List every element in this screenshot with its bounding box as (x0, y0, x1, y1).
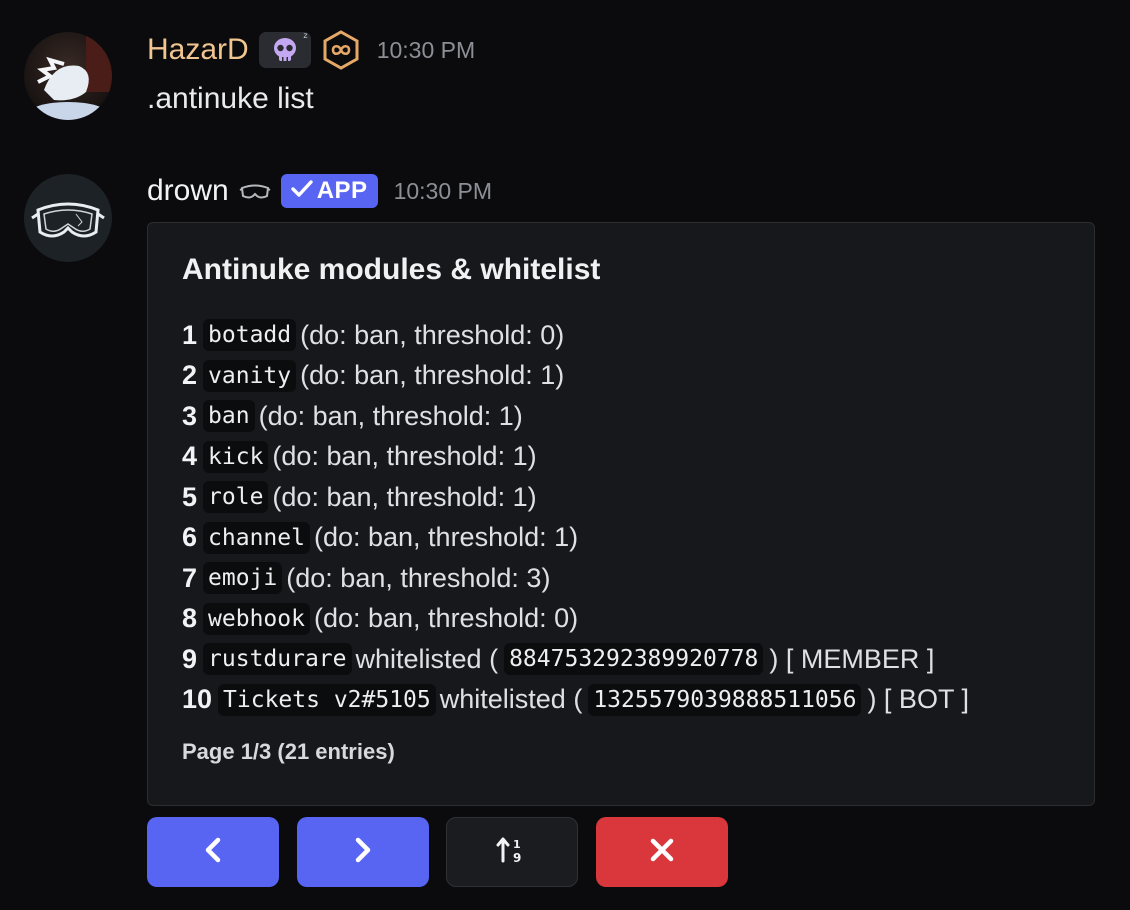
item-text: whitelisted ( (355, 643, 499, 674)
item-text: (do: ban, threshold: 1) (258, 400, 523, 431)
item-number: 7 (182, 562, 198, 593)
app-badge: APP (280, 174, 378, 208)
list-item: 10 Tickets v2#5105 whitelisted ( 1325579… (182, 680, 969, 721)
sort-numeric-icon: 1 9 (495, 835, 529, 870)
module-code: emoji (203, 562, 283, 595)
timestamp[interactable]: 10:30 PM (394, 178, 492, 205)
checkmark-icon (291, 177, 313, 205)
item-number: 1 (182, 319, 198, 350)
module-code: role (203, 481, 269, 514)
item-text: (do: ban, threshold: 3) (286, 562, 551, 593)
skull-icon[interactable]: ᶻ (258, 30, 311, 68)
item-number: 8 (182, 603, 198, 634)
goggles-icon[interactable] (239, 180, 271, 202)
item-text: (do: ban, threshold: 1) (313, 522, 579, 553)
svg-text:9: 9 (513, 851, 521, 865)
item-number: 4 (182, 441, 198, 472)
list-item: 2 vanity (do: ban, threshold: 1) (182, 356, 969, 397)
chevron-left-icon (201, 836, 225, 869)
list-item: 7 emoji (do: ban, threshold: 3) (182, 558, 969, 599)
list-item: 5 role (do: ban, threshold: 1) (182, 477, 969, 518)
item-number: 5 (182, 481, 198, 512)
timestamp[interactable]: 10:30 PM (377, 37, 475, 64)
list-item: 9 rustdurare whitelisted ( 8847532923899… (182, 639, 969, 680)
module-code: webhook (203, 602, 310, 635)
item-text: ) [ BOT ] (867, 684, 969, 715)
message-content: .antinuke list (147, 82, 314, 115)
whitelist-name-code: Tickets v2#5105 (218, 683, 436, 716)
list-item: 8 webhook (do: ban, threshold: 0) (182, 599, 969, 640)
list-item: 6 channel (do: ban, threshold: 1) (182, 518, 969, 559)
module-code: ban (203, 400, 255, 433)
module-code: vanity (203, 359, 297, 392)
item-number: 3 (182, 400, 198, 431)
item-text: (do: ban, threshold: 1) (272, 481, 537, 512)
close-icon (648, 836, 676, 869)
item-text: ) [ MEMBER ] (769, 643, 935, 674)
item-number: 6 (182, 522, 198, 553)
module-code: kick (203, 440, 269, 473)
item-number: 2 (182, 360, 198, 391)
item-text: (do: ban, threshold: 1) (272, 441, 537, 472)
avatar-drown[interactable] (24, 174, 112, 262)
whitelist-id-code: 884753292389920778 (504, 643, 764, 676)
embed-footer: Page 1/3 (21 entries) (182, 739, 395, 764)
module-code: botadd (203, 319, 297, 352)
item-number: 9 (182, 643, 198, 674)
list-item: 4 kick (do: ban, threshold: 1) (182, 437, 969, 478)
list-item: 1 botadd (do: ban, threshold: 0) (182, 315, 969, 356)
item-number: 10 (182, 684, 213, 715)
item-text: (do: ban, threshold: 1) (300, 360, 565, 391)
sort-button[interactable]: 1 9 (446, 817, 578, 887)
item-text: (do: ban, threshold: 0) (313, 603, 579, 634)
embed-list: 1 botadd (do: ban, threshold: 0) 2 vanit… (182, 315, 969, 720)
module-code: channel (203, 521, 310, 554)
previous-button[interactable] (147, 817, 279, 887)
chevron-right-icon (351, 836, 375, 869)
next-button[interactable] (297, 817, 429, 887)
infinity-icon[interactable] (321, 30, 361, 70)
whitelist-name-code: rustdurare (203, 643, 352, 676)
username[interactable]: drown (147, 174, 229, 208)
app-badge-label: APP (316, 177, 368, 204)
message-header: HazarD ᶻ 10:30 PM (147, 30, 475, 70)
embed: Antinuke modules & whitelist 1 botadd (d… (147, 222, 1095, 806)
avatar-hazard[interactable] (24, 32, 112, 120)
close-button[interactable] (596, 817, 728, 887)
embed-title: Antinuke modules & whitelist (182, 253, 601, 286)
list-item: 3 ban (do: ban, threshold: 1) (182, 396, 969, 437)
whitelist-id-code: 1325579039888511056 (588, 683, 862, 716)
username[interactable]: HazarD (147, 33, 249, 67)
item-text: (do: ban, threshold: 0) (300, 319, 565, 350)
item-text: whitelisted ( (439, 684, 583, 715)
svg-text:1: 1 (513, 838, 521, 851)
message-header: drown APP 10:30 PM (147, 174, 492, 208)
